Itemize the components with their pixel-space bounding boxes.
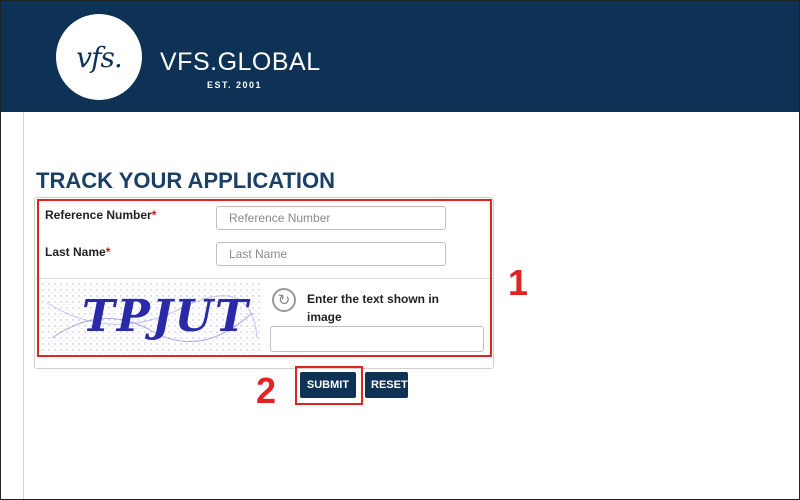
page-title: TRACK YOUR APPLICATION <box>36 168 336 193</box>
brand-name: VFS.GLOBAL <box>160 48 321 76</box>
annotation-box-1 <box>37 199 492 357</box>
site-header: vfs. VFS.GLOBAL EST. 2001 <box>0 0 800 112</box>
vfs-logo[interactable]: vfs. <box>56 14 142 100</box>
logo-mark: vfs. <box>76 40 122 74</box>
annotation-label-2: 2 <box>256 370 277 411</box>
content-left-rule <box>23 112 24 500</box>
reset-button[interactable]: RESET <box>365 372 408 398</box>
brand-est: EST. 2001 <box>207 80 263 90</box>
annotation-label-1: 1 <box>508 262 529 303</box>
annotation-box-2 <box>295 366 363 405</box>
